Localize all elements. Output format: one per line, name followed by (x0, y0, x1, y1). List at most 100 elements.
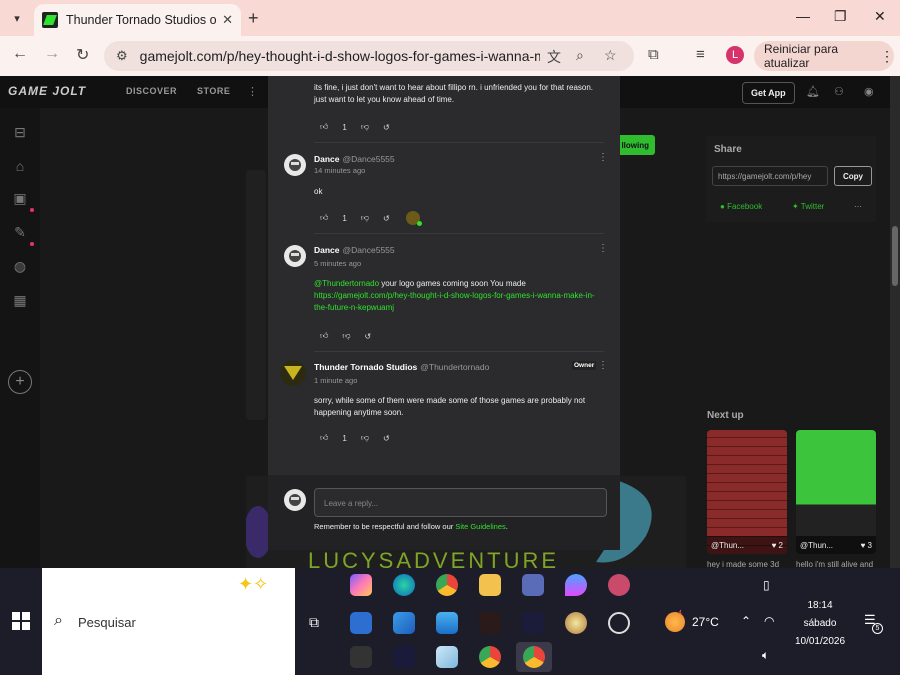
browser-tab[interactable]: Thunder Tornado Studios on Ga ✕ (34, 4, 241, 36)
chrome-menu-icon[interactable]: ⋮ (880, 48, 894, 65)
commenter-avatar[interactable] (284, 154, 306, 176)
site-guidelines-link[interactable]: Site Guidelines (455, 522, 505, 531)
close-window-icon[interactable]: ✕ (874, 8, 886, 25)
share-url-field[interactable]: https://gamejolt.com/p/hey (712, 166, 828, 186)
like-icon[interactable]: 👍︎ (320, 433, 328, 443)
address-bar[interactable]: ⚙ gamejolt.com/p/hey-thought-i-d-show-lo… (104, 41, 634, 71)
page-scrollbar[interactable] (890, 76, 900, 568)
paint-drop-icon[interactable] (565, 574, 587, 596)
chrome-profile-icon[interactable] (523, 646, 545, 668)
gamejolt-logo[interactable]: GAME JOLT (8, 84, 86, 98)
minimize-icon[interactable]: — (796, 8, 810, 24)
comment-time[interactable]: 5 minutes ago (314, 259, 361, 268)
app-icon[interactable] (350, 646, 372, 668)
share-twitter-link[interactable]: ✦ Twitter (792, 202, 824, 211)
chrome-icon[interactable] (436, 574, 458, 596)
comment-url-link[interactable]: https://gamejolt.com/p/hey-thought-i-d-s… (314, 291, 595, 312)
comment-author[interactable]: Thunder Tornado Studios @Thundertornado (314, 362, 489, 372)
edge-icon[interactable] (393, 574, 415, 596)
taskbar-clock[interactable]: 18:14 sábado 10/01/2026 (790, 597, 850, 651)
photos-icon[interactable] (393, 612, 415, 634)
media-icon[interactable]: ≡ (696, 46, 705, 63)
bookmark-star-icon[interactable]: ☆ (604, 47, 617, 64)
sidebar-backpack-icon[interactable]: ▣ (10, 190, 30, 210)
obs-icon[interactable] (608, 612, 630, 634)
task-view-icon[interactable]: ⧉ (309, 614, 319, 631)
thumb-caption[interactable]: hey i made some 3d (707, 560, 779, 568)
app-icon[interactable] (608, 574, 630, 596)
dislike-icon[interactable]: 👎︎ (361, 433, 369, 443)
next-up-thumbnail[interactable]: @Thun... ♥ 2 (707, 430, 787, 554)
taskbar-search-box[interactable]: ⌕ Pesquisar ✦✧ (42, 568, 295, 675)
nav-store[interactable]: STORE (197, 86, 230, 96)
sidebar-library-icon[interactable]: ▦ (10, 292, 30, 312)
new-tab-icon[interactable]: + (248, 8, 259, 29)
copy-button[interactable]: Copy (834, 166, 872, 186)
palette-icon[interactable] (565, 612, 587, 634)
like-icon[interactable]: 👍︎ (320, 122, 328, 132)
app-icon[interactable] (522, 574, 544, 596)
search-highlight-icon[interactable]: ✦✧ (238, 574, 268, 595)
weather-icon[interactable] (665, 612, 685, 632)
user-avatar-icon[interactable]: ◉ (864, 85, 874, 98)
game-icon[interactable] (479, 612, 501, 634)
commenter-avatar[interactable] (280, 360, 306, 386)
tray-chevron-icon[interactable]: ⌃ (741, 614, 751, 628)
share-facebook-link[interactable]: ● Facebook (720, 202, 762, 211)
tab-search-icon[interactable]: ▾ (6, 7, 28, 29)
commenter-avatar[interactable] (284, 245, 306, 267)
store-icon[interactable] (350, 612, 372, 634)
windows-start-icon[interactable] (12, 612, 30, 630)
file-explorer-icon[interactable] (479, 574, 501, 596)
site-info-icon[interactable]: ⚙ (116, 48, 128, 64)
dislike-icon[interactable]: 👎︎ (361, 122, 369, 132)
share-more-button[interactable]: ··· (854, 202, 862, 211)
device-icon[interactable]: ▯ (763, 578, 770, 592)
volume-icon[interactable]: 🔈︎ (762, 648, 769, 663)
dislike-icon[interactable]: 👎︎ (361, 213, 369, 223)
restore-icon[interactable]: ❐ (834, 8, 847, 25)
comment-options-icon[interactable]: ⋮ (598, 243, 608, 254)
profile-avatar[interactable]: L (726, 46, 744, 64)
extensions-icon[interactable]: ⧉ (648, 46, 659, 63)
reload-icon[interactable]: ↻ (76, 45, 89, 65)
get-app-button[interactable]: Get App (742, 82, 795, 104)
thumb-caption[interactable]: hello i'm still alive and (796, 560, 873, 568)
dislike-icon[interactable]: 👎︎ (342, 331, 350, 341)
reply-icon[interactable]: ↺ (383, 123, 390, 132)
translate-icon[interactable]: 文 (547, 47, 561, 67)
comment-mention-link[interactable]: @Thundertornado (314, 279, 379, 288)
reply-input[interactable]: Leave a reply... (314, 488, 607, 517)
comment-time[interactable]: 14 minutes ago (314, 166, 365, 175)
reply-icon[interactable]: ↺ (365, 332, 372, 341)
nav-more-icon[interactable]: ⋮ (247, 85, 258, 98)
like-icon[interactable]: 👍︎ (320, 213, 328, 223)
chrome-profile-icon[interactable] (479, 646, 501, 668)
reply-icon[interactable]: ↺ (383, 434, 390, 443)
comment-options-icon[interactable]: ⋮ (598, 152, 608, 163)
update-button[interactable]: Reiniciar para atualizar ⋮ (754, 41, 894, 71)
comment-time[interactable]: 1 minute ago (314, 376, 357, 385)
sidebar-store-icon[interactable]: ⌂ (10, 158, 30, 178)
game-icon[interactable] (393, 646, 415, 668)
forward-icon[interactable]: → (44, 45, 60, 63)
game-icon[interactable] (522, 612, 544, 634)
comment-options-icon[interactable]: ⋮ (598, 360, 608, 371)
app-icon[interactable] (436, 646, 458, 668)
nav-discover[interactable]: DISCOVER (126, 86, 177, 96)
wifi-icon[interactable]: ◠ (764, 614, 774, 628)
copilot-icon[interactable] (350, 574, 372, 596)
reply-icon[interactable]: ↺ (383, 214, 390, 223)
sidebar-feed-icon[interactable]: ⊟ (10, 124, 30, 144)
liker-avatar[interactable] (405, 211, 422, 226)
zoom-icon[interactable]: ⌕ (576, 47, 584, 64)
sidebar-quests-icon[interactable]: ✎ (10, 224, 30, 244)
notifications-bell-icon[interactable]: 🔔︎ (806, 85, 820, 98)
temperature[interactable]: 27°C (692, 615, 719, 629)
like-icon[interactable]: 👍︎ (320, 331, 328, 341)
sidebar-chat-icon[interactable]: ◍ (10, 258, 30, 278)
next-up-thumbnail[interactable]: @Thun... ♥ 3 (796, 430, 876, 554)
back-icon[interactable]: ← (12, 45, 28, 63)
comment-author[interactable]: Dance @Dance5555 (314, 154, 395, 164)
tab-close-icon[interactable]: ✕ (222, 12, 233, 28)
